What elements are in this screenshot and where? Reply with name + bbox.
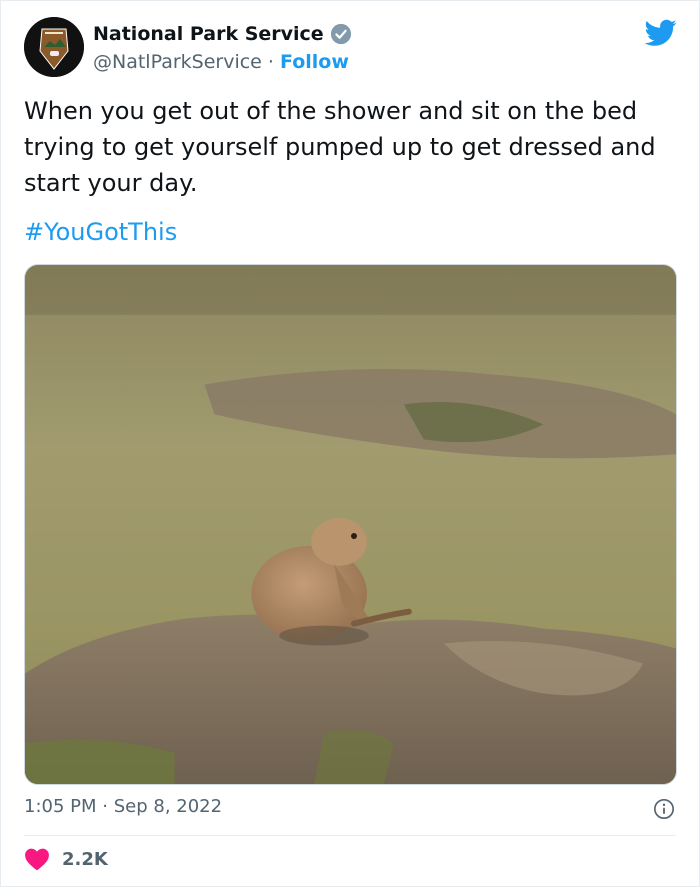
like-action[interactable]: 2.2K <box>24 847 108 871</box>
hashtag-link[interactable]: #YouGotThis <box>24 214 177 250</box>
nps-logo-icon <box>24 17 84 77</box>
handle-row: @NatlParkService · Follow <box>93 51 349 73</box>
like-count: 2.2K <box>62 848 108 870</box>
timestamp-separator: · <box>102 796 108 817</box>
verified-badge-icon <box>330 23 351 45</box>
divider <box>24 835 676 836</box>
user-handle[interactable]: @NatlParkService <box>93 51 262 73</box>
tweet-card: National Park Service @NatlParkService ·… <box>0 0 700 887</box>
tweet-timestamp[interactable]: 1:05 PM · Sep 8, 2022 <box>24 796 222 817</box>
twitter-bird-icon[interactable] <box>645 19 677 47</box>
tweet-time: 1:05 PM <box>24 796 97 817</box>
avatar[interactable] <box>24 17 84 77</box>
tweet-date: Sep 8, 2022 <box>113 796 223 817</box>
name-row: National Park Service <box>93 23 352 45</box>
info-icon[interactable] <box>653 798 675 820</box>
heart-icon[interactable] <box>24 847 50 871</box>
tweet-photo[interactable] <box>24 264 677 785</box>
tweet-text: When you get out of the shower and sit o… <box>24 97 656 197</box>
follow-button[interactable]: Follow <box>280 51 349 73</box>
prairie-dog-photo-icon <box>25 265 676 784</box>
display-name[interactable]: National Park Service <box>93 23 324 45</box>
handle-separator: · <box>267 51 274 73</box>
